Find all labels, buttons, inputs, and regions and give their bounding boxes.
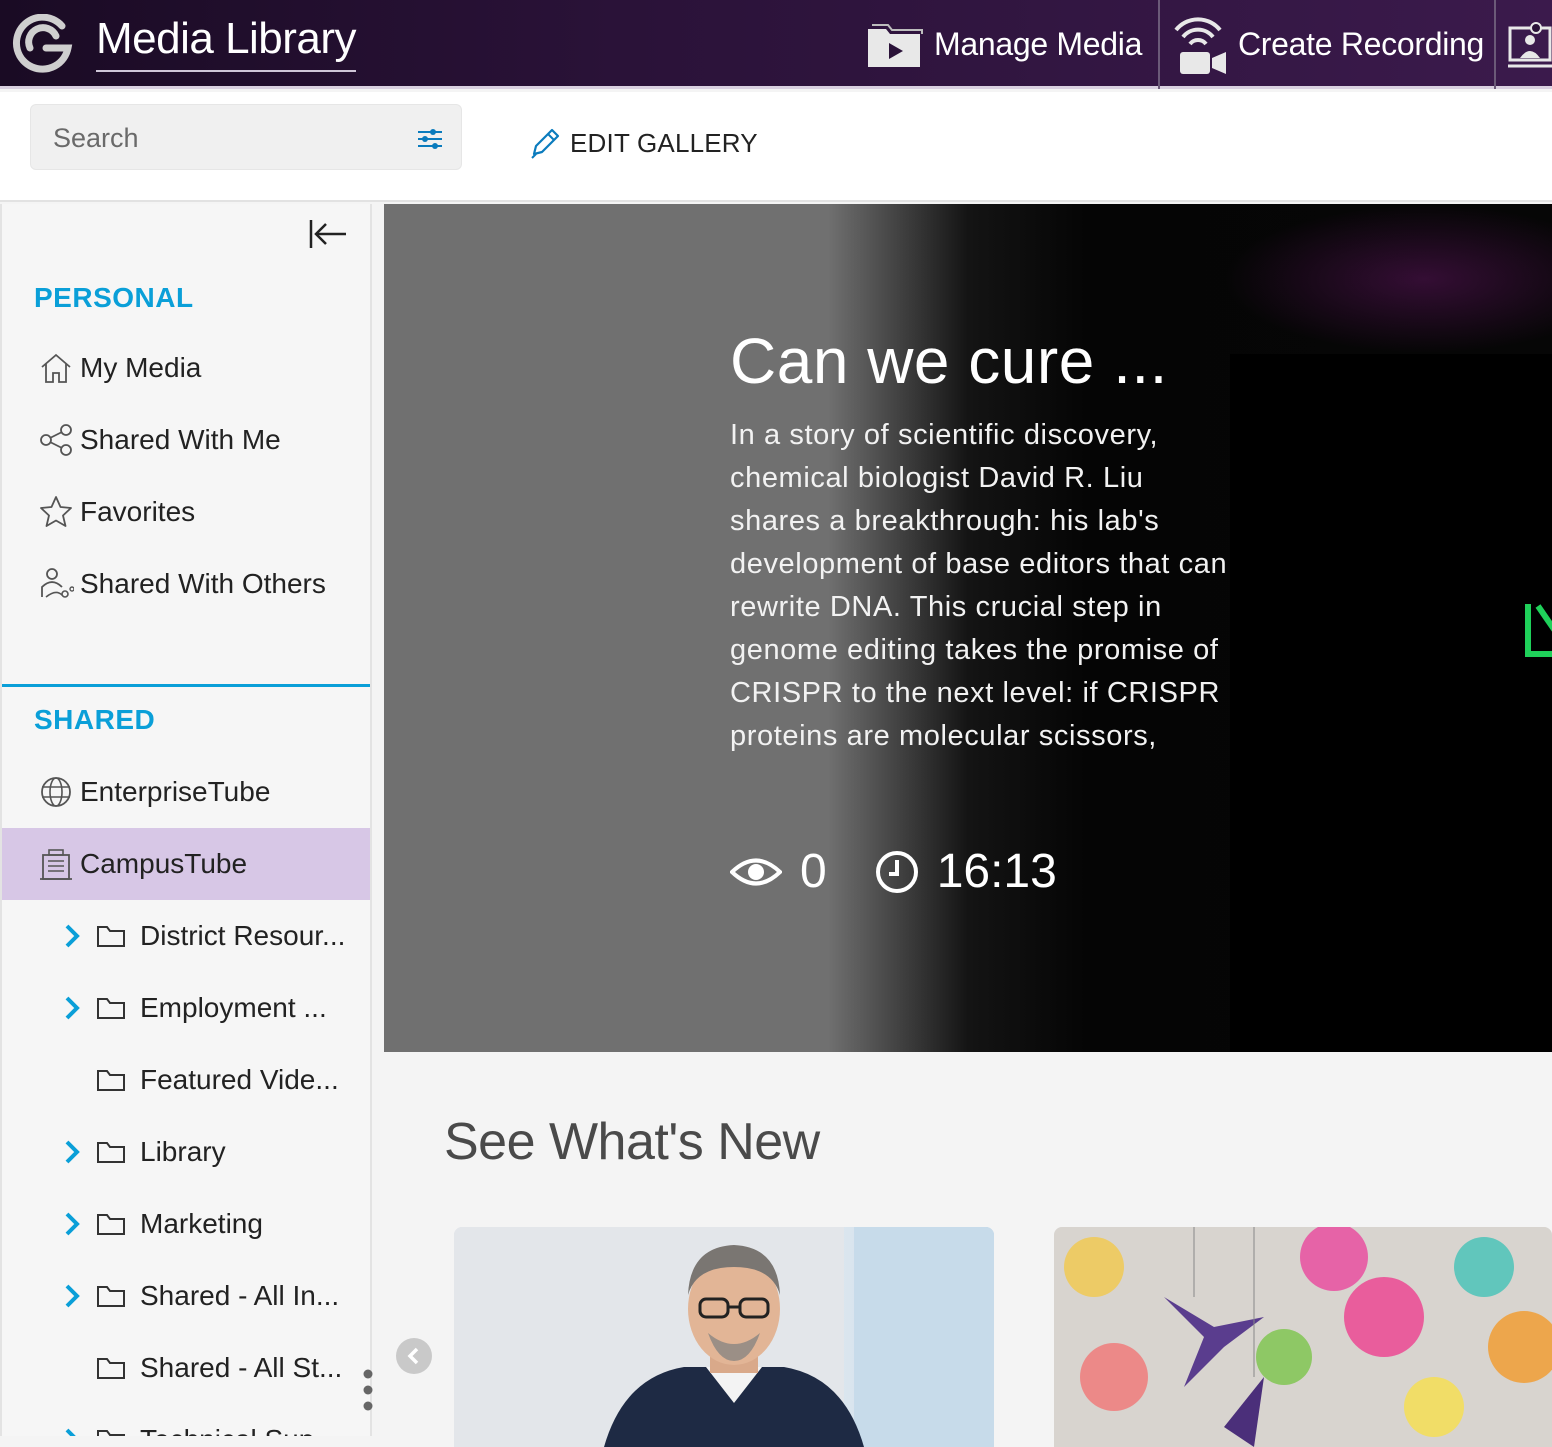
sidebar-item-label: CampusTube <box>80 848 248 879</box>
sidebar-item-label: Shared With Others <box>80 568 326 599</box>
folder-icon <box>96 1140 126 1164</box>
resize-handle-icon[interactable] <box>362 1368 374 1412</box>
shared-users-icon <box>36 567 76 601</box>
paper-cranes-photo <box>1054 1227 1552 1447</box>
sidebar-item-enterprisetube[interactable]: EnterpriseTube <box>2 756 370 828</box>
home-icon <box>36 352 76 384</box>
pencil-icon <box>531 128 560 159</box>
search-input[interactable] <box>53 119 413 157</box>
hero-description: In a story of scientific discovery, chem… <box>730 419 1228 752</box>
star-icon <box>36 495 76 529</box>
folder-icon <box>96 1284 126 1308</box>
hero-stats: 0 16:13 <box>730 844 1105 899</box>
sidebar-item-shared-with-me[interactable]: Shared With Me <box>2 404 370 476</box>
tree-item-shared-all-st[interactable]: Shared - All St... <box>2 1332 370 1404</box>
folder-icon <box>96 1212 126 1236</box>
tree-item-label: Featured Vide... <box>140 1064 339 1095</box>
manage-media-button[interactable]: Manage Media <box>864 0 1142 89</box>
chevron-left-icon <box>407 1347 419 1365</box>
folder-icon <box>96 924 126 948</box>
toolbar: EDIT GALLERY <box>0 92 1552 202</box>
hero-graphic-fragment <box>1525 604 1552 657</box>
hero-title[interactable]: Can we cure ... <box>730 324 1168 398</box>
see-whats-new-section: See What's New <box>384 1052 1552 1447</box>
app-logo-icon[interactable] <box>12 14 76 74</box>
create-recording-button[interactable]: Create Recording <box>1170 0 1484 89</box>
duration-value: 16:13 <box>936 845 1057 898</box>
app-title[interactable]: Media Library <box>96 14 357 72</box>
presenter-photo <box>454 1227 994 1447</box>
chevron-right-icon[interactable] <box>62 1283 82 1309</box>
search-box <box>30 104 462 170</box>
tree-item-label: Employment ... <box>140 992 327 1023</box>
folder-icon <box>96 1356 126 1380</box>
sidebar: PERSONAL My Media Shared With Me Favorit… <box>0 204 372 1436</box>
chevron-right-icon[interactable] <box>62 1427 82 1436</box>
tree-item-shared-all-in[interactable]: Shared - All In... <box>2 1260 370 1332</box>
nav-divider <box>1494 0 1496 89</box>
tree-item-featured-videos[interactable]: Featured Vide... <box>2 1044 370 1116</box>
duration-stat: 16:13 <box>875 844 1057 899</box>
sidebar-item-shared-with-others[interactable]: Shared With Others <box>2 548 370 620</box>
section-title: See What's New <box>444 1113 820 1171</box>
tree-item-label: Library <box>140 1136 226 1167</box>
tree-item-library[interactable]: Library <box>2 1116 370 1188</box>
sidebar-item-campustube[interactable]: CampusTube <box>2 828 370 900</box>
filter-sliders-icon[interactable] <box>417 127 443 151</box>
chevron-right-icon[interactable] <box>62 995 82 1021</box>
create-recording-label: Create Recording <box>1238 26 1484 62</box>
tree-item-marketing[interactable]: Marketing <box>2 1188 370 1260</box>
sidebar-item-label: EnterpriseTube <box>80 776 271 807</box>
nav-divider <box>1158 0 1160 89</box>
presenter-icon <box>1508 21 1552 67</box>
edit-gallery-button[interactable]: EDIT GALLERY <box>528 126 758 160</box>
tree-item-label: Technical Sup... <box>140 1424 338 1436</box>
folder-icon <box>96 1068 126 1092</box>
personal-section-title: PERSONAL <box>34 282 194 313</box>
folder-icon <box>96 996 126 1020</box>
chevron-right-icon[interactable] <box>62 923 82 949</box>
views-stat: 0 <box>730 844 827 899</box>
hero-background-glow <box>1224 204 1552 354</box>
sidebar-item-favorites[interactable]: Favorites <box>2 476 370 548</box>
sidebar-item-label: Favorites <box>80 496 196 527</box>
tree-item-technical-support[interactable]: Technical Sup... <box>2 1404 370 1436</box>
share-icon <box>36 424 76 456</box>
globe-icon <box>36 775 76 809</box>
tree-item-district-resources[interactable]: District Resour... <box>2 900 370 972</box>
folder-icon <box>96 1428 126 1436</box>
clock-icon <box>875 850 918 893</box>
hero-thumbnail-area <box>1230 354 1552 1052</box>
building-icon <box>36 847 76 881</box>
featured-hero[interactable]: Can we cure ... In a story of scientific… <box>384 204 1552 1052</box>
presenter-button[interactable] <box>1506 0 1552 89</box>
sidebar-item-my-media[interactable]: My Media <box>2 332 370 404</box>
shared-section-title: SHARED <box>34 704 156 735</box>
views-count: 0 <box>800 845 827 898</box>
tree-item-label: Marketing <box>140 1208 263 1239</box>
sidebar-item-label: Shared With Me <box>80 424 281 455</box>
media-card-thumbnail[interactable] <box>1054 1227 1552 1447</box>
top-header: Media Library Manage Media Create Record… <box>0 0 1552 89</box>
tree-item-employment[interactable]: Employment ... <box>2 972 370 1044</box>
tree-item-label: Shared - All St... <box>140 1352 343 1383</box>
edit-gallery-label: EDIT GALLERY <box>570 127 758 158</box>
media-card-thumbnail[interactable] <box>454 1227 994 1447</box>
recording-camera-icon <box>1174 16 1226 74</box>
collapse-sidebar-icon[interactable] <box>308 218 348 250</box>
carousel-prev-button[interactable] <box>396 1338 432 1374</box>
chevron-right-icon[interactable] <box>62 1139 82 1165</box>
tree-item-label: Shared - All In... <box>140 1280 340 1311</box>
folder-play-icon <box>868 23 923 67</box>
section-divider <box>2 684 370 687</box>
tree-item-label: District Resour... <box>140 920 346 951</box>
chevron-right-icon[interactable] <box>62 1211 82 1237</box>
manage-media-label: Manage Media <box>934 26 1143 62</box>
eye-icon <box>730 858 782 885</box>
sidebar-item-label: My Media <box>80 352 202 383</box>
